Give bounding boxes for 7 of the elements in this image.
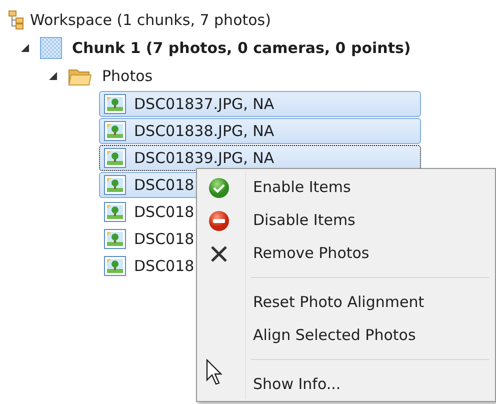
photo-name: DSC018: [134, 202, 194, 223]
photo-name: DSC01838.JPG, NA: [134, 120, 274, 142]
photo-name: DSC018: [134, 256, 194, 277]
photo-name: DSC018: [134, 174, 194, 196]
photo-name: DSC01837.JPG, NA: [134, 94, 274, 115]
photo-name: DSC01839.JPG, NA: [134, 148, 274, 169]
photo-name: DSC018: [134, 228, 194, 250]
